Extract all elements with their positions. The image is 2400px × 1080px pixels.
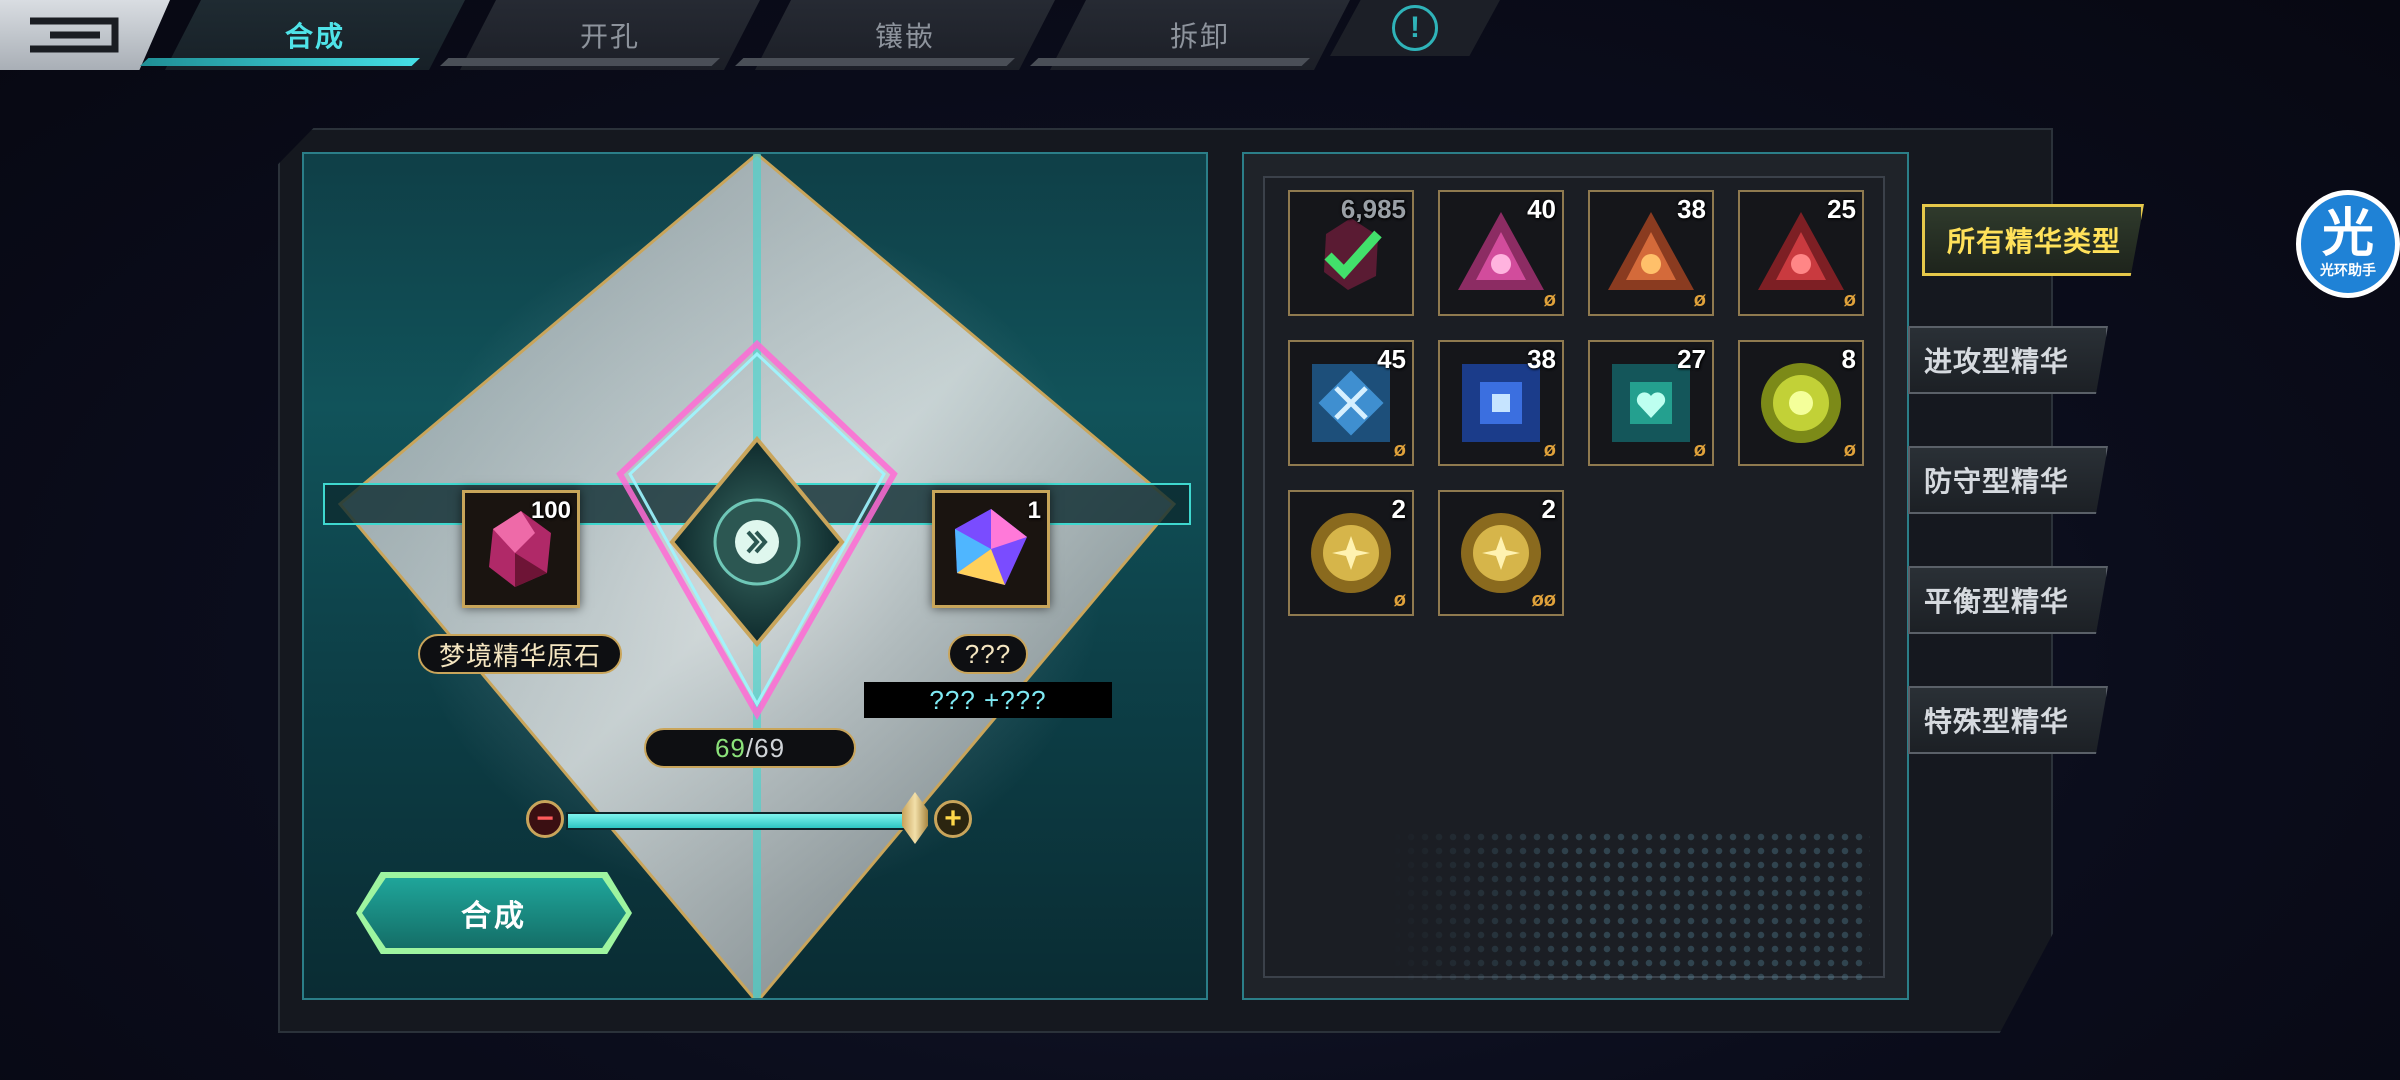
inventory-item-9[interactable]: 2 ø [1288,490,1414,616]
decrease-quantity-button[interactable]: − [526,800,564,838]
inventory-item-6[interactable]: 38 ø [1438,340,1564,466]
inventory-item-4-lock-icon: ø [1843,289,1856,311]
quantity-slider-track[interactable] [566,812,911,830]
inventory-item-6-qty: 38 [1527,344,1556,374]
synthesis-quantity-counter: 69/69 [644,728,856,768]
gold-gear-essence-icon [1311,513,1391,593]
inventory-item-5-lock-icon: ø [1393,439,1406,461]
output-effect-label: ??? +??? [864,682,1112,718]
inventory-item-7-lock-icon: ø [1693,439,1706,461]
inventory-item-5-qty: 45 [1377,344,1406,374]
back-arrow-icon [30,17,119,53]
inventory-item-5[interactable]: 45 ø [1288,340,1414,466]
inventory-item-8-qty: 8 [1841,344,1856,374]
inventory-item-9-qty: 2 [1391,494,1406,524]
inventory-item-3[interactable]: 38 ø [1588,190,1714,316]
synthesize-button-label: 合成 [461,900,527,933]
output-item-count: 1 [1027,497,1041,524]
info-button[interactable]: ! [1330,0,1500,56]
inventory-item-6-lock-icon: ø [1543,439,1556,461]
category-balance-essence-label: 平衡型精华 [1924,586,2070,617]
inventory-item-1[interactable]: 6,985 [1288,190,1414,316]
inventory-item-10-qty: 2 [1541,494,1556,524]
category-defense-essence-label: 防守型精华 [1924,466,2070,497]
synthesize-button[interactable]: 合成 [362,878,626,948]
output-item-name-text: ??? [964,638,1012,669]
plus-icon: + [944,802,962,835]
tab-inlay-underline [735,58,1015,66]
inventory-item-2-qty: 40 [1527,194,1556,224]
inventory-item-10-lock-icon: øø [1531,589,1556,611]
output-item-slot[interactable]: 1 [932,490,1050,608]
inventory-item-9-lock-icon: ø [1393,589,1406,611]
quantity-separator: / [745,732,755,763]
category-all-essence-label: 所有精华类型 [1947,226,2122,257]
input-material-slot[interactable]: 100 [462,490,580,608]
input-material-name: 梦境精华原石 [418,634,622,674]
quantity-max: 69 [754,732,786,763]
info-icon: ! [1392,5,1438,51]
helper-badge-glyph: 光 [2321,205,2374,263]
inventory-item-2-lock-icon: ø [1543,289,1556,311]
output-item-name: ??? [948,634,1028,674]
inventory-item-10[interactable]: 2 øø [1438,490,1564,616]
inventory-item-8-lock-icon: ø [1843,439,1856,461]
category-special-essence-label: 特殊型精华 [1924,706,2070,737]
tab-synthesis-label: 合成 [284,21,345,52]
tab-inlay-label: 镶嵌 [874,21,935,52]
category-special-essence[interactable]: 特殊型精华 [1908,686,2108,754]
helper-assistant-badge[interactable]: 光 光环助手 [2296,190,2400,298]
increase-quantity-button[interactable]: + [934,800,972,838]
inventory-item-4-qty: 25 [1827,194,1856,224]
inventory-dot-pattern [1390,830,1870,980]
category-balance-essence[interactable]: 平衡型精华 [1908,566,2108,634]
tab-open-socket-underline [440,58,720,66]
input-material-count: 100 [530,497,571,524]
quantity-current: 69 [714,732,746,763]
tab-remove-underline [1030,58,1310,66]
output-effect-text: ??? +??? [929,684,1047,715]
inventory-item-2[interactable]: 40 ø [1438,190,1564,316]
inventory-item-8[interactable]: 8 ø [1738,340,1864,466]
category-attack-essence-label: 进攻型精华 [1924,346,2070,377]
input-material-name-text: 梦境精华原石 [438,640,601,671]
quantity-slider-fill [568,814,909,828]
back-button[interactable] [0,0,170,70]
category-attack-essence[interactable]: 进攻型精华 [1908,326,2108,394]
yellow-gear-essence-icon [1761,363,1841,443]
category-defense-essence[interactable]: 防守型精华 [1908,446,2108,514]
top-nav-bar: 合成 开孔 镶嵌 拆卸 ! [0,0,1500,82]
inventory-item-1-qty: 6,985 [1340,194,1406,224]
inventory-item-7[interactable]: 27 ø [1588,340,1714,466]
inventory-item-3-lock-icon: ø [1693,289,1706,311]
tab-open-socket-label: 开孔 [579,21,640,52]
tab-synthesis-underline [140,58,420,66]
inventory-item-3-qty: 38 [1677,194,1706,224]
helper-badge-label: 光环助手 [2320,262,2376,278]
category-all-essence[interactable]: 所有精华类型 [1922,204,2144,276]
tab-remove-label: 拆卸 [1169,21,1230,52]
minus-icon: − [536,802,554,835]
inventory-item-7-qty: 27 [1677,344,1706,374]
inventory-item-4[interactable]: 25 ø [1738,190,1864,316]
